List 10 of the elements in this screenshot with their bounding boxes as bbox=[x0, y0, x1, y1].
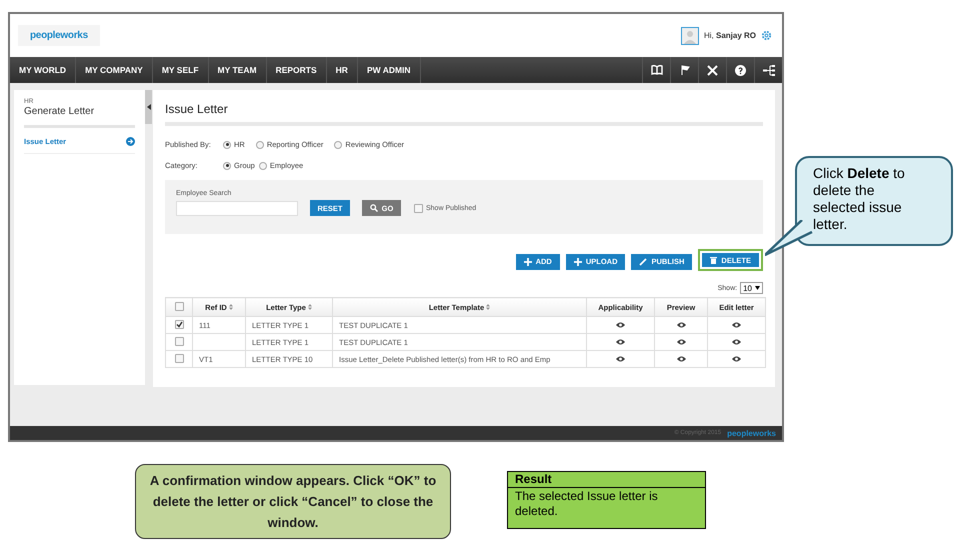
note-text: A confirmation window appears. Click “OK” to delete the letter or click “Cancel” to close the window. bbox=[148, 472, 438, 532]
page-title: Issue Letter bbox=[165, 102, 229, 116]
result-title: Result bbox=[508, 472, 705, 488]
page-size-select[interactable]: 10 bbox=[740, 282, 763, 294]
footer-logo: peopleworks bbox=[727, 428, 776, 438]
greeting: Hi, Sanjay RO bbox=[704, 31, 756, 40]
callout-text: Click Delete to delete the selected issue letter. bbox=[813, 165, 906, 233]
result-text: The selected Issue letter is deleted. bbox=[514, 488, 659, 520]
sidebar-title: Generate Letter bbox=[24, 106, 96, 117]
logo: peopleworks bbox=[18, 25, 100, 46]
